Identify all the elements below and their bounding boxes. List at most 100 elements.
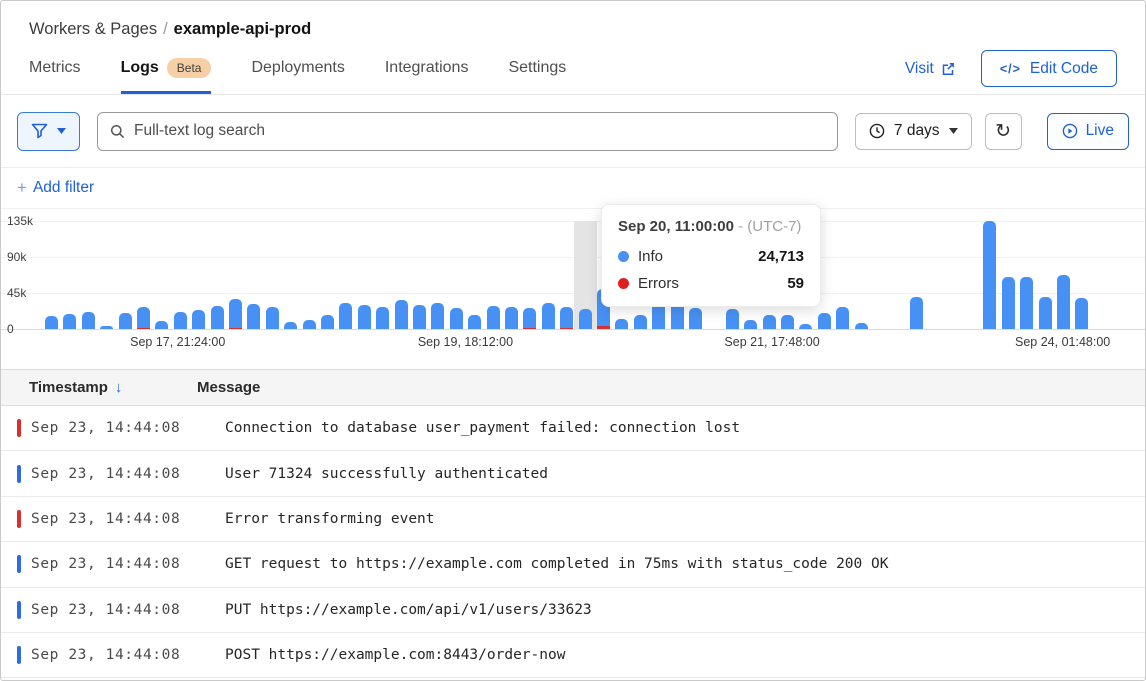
chart-bar[interactable]	[229, 299, 242, 329]
chart-bar[interactable]	[247, 304, 260, 329]
live-button[interactable]: Live	[1047, 113, 1129, 150]
table-row[interactable]: Sep 23, 14:44:08 GET request to https://…	[1, 542, 1145, 587]
tab-deployments[interactable]: Deployments	[251, 39, 344, 94]
chart-bar[interactable]	[542, 303, 555, 329]
chart-bar[interactable]	[836, 307, 849, 329]
chart-bar[interactable]	[266, 307, 279, 329]
search-input[interactable]	[134, 122, 825, 140]
breadcrumb: Workers & Pages/example-api-prod	[1, 1, 1145, 39]
chart-bar[interactable]	[82, 312, 95, 329]
chart-tooltip: Sep 20, 11:00:00 - (UTC-7) Info 24,713 E…	[601, 204, 821, 307]
chart-bar[interactable]	[763, 315, 776, 329]
chart-bar-error-segment	[560, 328, 573, 329]
tooltip-info-label: Info	[638, 248, 663, 265]
log-table-header: Timestamp ↓ Message	[1, 369, 1145, 406]
log-timestamp: Sep 23, 14:44:08	[31, 420, 225, 436]
sort-descending-icon: ↓	[115, 379, 123, 396]
code-icon: </>	[1000, 62, 1021, 76]
chart-bar[interactable]	[63, 314, 76, 329]
tab-bar: Metrics Logs Beta Deployments Integratio…	[1, 39, 1145, 95]
log-timestamp: Sep 23, 14:44:08	[31, 511, 225, 527]
tab-settings[interactable]: Settings	[508, 39, 566, 94]
breadcrumb-separator: /	[163, 20, 168, 38]
chart-bar[interactable]	[119, 313, 132, 329]
tooltip-info-value: 24,713	[758, 248, 804, 265]
chart-bar[interactable]	[1020, 277, 1033, 329]
chart-bar[interactable]	[1039, 297, 1052, 329]
chart-bar[interactable]	[284, 322, 297, 329]
chart-bar[interactable]	[579, 309, 592, 329]
chart-bar[interactable]	[560, 307, 573, 329]
table-row[interactable]: Sep 23, 14:44:08 PUT https://example.com…	[1, 588, 1145, 633]
chart-bar[interactable]	[726, 309, 739, 329]
tab-logs[interactable]: Logs Beta	[121, 39, 212, 94]
tab-integrations[interactable]: Integrations	[385, 39, 469, 94]
table-row[interactable]: Sep 23, 14:44:08 POST https://example.co…	[1, 633, 1145, 678]
severity-indicator	[17, 465, 21, 483]
chart-bar-error-segment	[137, 328, 150, 329]
chart-bar[interactable]	[523, 308, 536, 329]
chart-bar[interactable]	[615, 319, 628, 329]
time-range-dropdown[interactable]: 7 days	[855, 113, 972, 150]
chart-bar[interactable]	[192, 310, 205, 329]
chart-bar[interactable]	[505, 307, 518, 329]
chart-bar[interactable]	[1002, 277, 1015, 329]
log-volume-chart: 045k90k135k Sep 17, 21:24:00Sep 19, 18:1…	[1, 209, 1145, 359]
chart-bar-error-segment	[597, 326, 610, 329]
chart-bar[interactable]	[137, 307, 150, 329]
chart-bar[interactable]	[855, 323, 868, 329]
chart-bar[interactable]	[174, 312, 187, 329]
chart-bar[interactable]	[487, 306, 500, 329]
table-row[interactable]: Sep 23, 14:44:08 User 71324 successfully…	[1, 451, 1145, 496]
chart-bar[interactable]	[376, 307, 389, 329]
chart-plot	[1, 221, 1145, 329]
y-axis-label: 90k	[7, 250, 26, 264]
refresh-button[interactable]: ↻	[985, 113, 1022, 150]
x-axis-label: Sep 17, 21:24:00	[130, 335, 225, 349]
table-row[interactable]: Sep 23, 14:44:08 Connection to database …	[1, 406, 1145, 451]
chart-bar[interactable]	[818, 313, 831, 329]
chart-bar[interactable]	[450, 308, 463, 329]
chart-bar[interactable]	[211, 306, 224, 329]
chart-bar[interactable]	[652, 303, 665, 329]
chart-bar[interactable]	[413, 305, 426, 329]
chart-bar[interactable]	[781, 315, 794, 329]
chart-bar[interactable]	[395, 300, 408, 329]
chart-bar[interactable]	[358, 305, 371, 329]
plus-icon: +	[17, 178, 27, 198]
log-toolbar: 7 days ↻ Live	[1, 95, 1145, 168]
chart-bar[interactable]	[321, 315, 334, 329]
chart-bar-error-segment	[229, 328, 242, 329]
chart-bar-error-segment	[523, 328, 536, 329]
filter-dropdown-button[interactable]	[17, 112, 80, 151]
chart-bar[interactable]	[689, 308, 702, 329]
breadcrumb-section[interactable]: Workers & Pages	[29, 20, 157, 38]
chart-bar[interactable]	[339, 303, 352, 329]
tab-deployments-label: Deployments	[251, 59, 344, 77]
chart-bar[interactable]	[100, 326, 113, 329]
edit-code-button[interactable]: </> Edit Code	[981, 50, 1117, 87]
x-axis-label: Sep 21, 17:48:00	[724, 335, 819, 349]
chart-bar[interactable]	[983, 221, 996, 329]
tab-metrics[interactable]: Metrics	[29, 39, 81, 94]
tooltip-timezone: (UTC-7)	[747, 218, 801, 235]
chart-bar[interactable]	[910, 297, 923, 329]
chart-bar[interactable]	[45, 316, 58, 329]
chart-bar[interactable]	[1057, 275, 1070, 329]
column-header-timestamp[interactable]: Timestamp ↓	[1, 379, 197, 396]
chart-bar[interactable]	[744, 320, 757, 329]
chart-bar[interactable]	[303, 320, 316, 329]
chart-bar[interactable]	[468, 315, 481, 329]
chart-bar[interactable]	[799, 324, 812, 329]
visit-link[interactable]: Visit	[905, 60, 955, 78]
chart-bar[interactable]	[634, 315, 647, 329]
tab-logs-label: Logs	[121, 59, 159, 77]
chart-bar[interactable]	[431, 303, 444, 329]
workers-logs-page: Workers & Pages/example-api-prod Metrics…	[0, 0, 1146, 681]
add-filter-button[interactable]: + Add filter	[17, 178, 94, 198]
chart-bar[interactable]	[155, 321, 168, 329]
chart-x-axis: Sep 17, 21:24:00Sep 19, 18:12:00Sep 21, …	[1, 335, 1145, 353]
chart-bar[interactable]	[1075, 298, 1088, 329]
table-row[interactable]: Sep 23, 14:44:08 Error transforming even…	[1, 497, 1145, 542]
severity-indicator	[17, 419, 21, 437]
